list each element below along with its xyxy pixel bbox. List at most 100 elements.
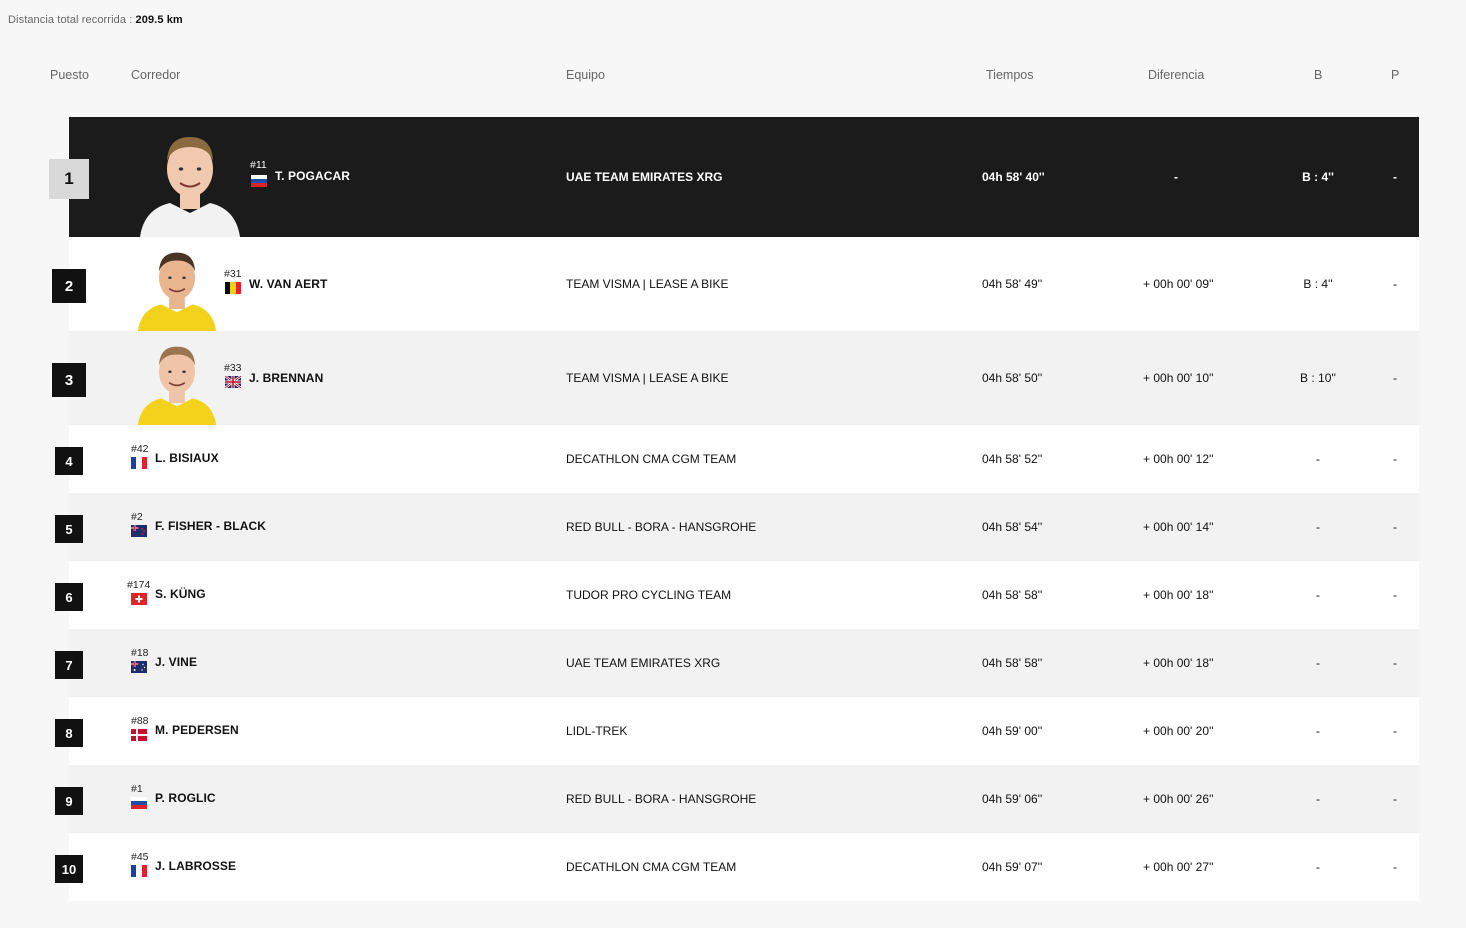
header-b: B <box>1314 68 1323 82</box>
rank-badge: 7 <box>55 651 83 679</box>
team-name-link[interactable]: TEAM VISMA | LEASE A BIKE <box>566 277 729 291</box>
penalty: - <box>1393 656 1397 670</box>
time-difference: + 00h 00' 12'' <box>1143 452 1214 466</box>
header-equipo: Equipo <box>566 68 605 82</box>
penalty: - <box>1393 452 1397 466</box>
rider-time: 04h 59' 07'' <box>982 860 1043 874</box>
bonus-seconds: - <box>1316 724 1320 738</box>
bib-number: #33 <box>224 362 242 374</box>
bib-number: #42 <box>131 443 149 455</box>
table-row[interactable]: 8 #88 M. PEDERSEN LIDL-TREK 04h 59' 00''… <box>0 697 1466 765</box>
table-header: Puesto Corredor Equipo Tiempos Diferenci… <box>0 68 1466 86</box>
time-difference: + 00h 00' 10'' <box>1143 371 1214 385</box>
bonus-seconds: B : 10'' <box>1300 371 1336 385</box>
table-row[interactable]: 9 #1 P. ROGLIC RED BULL - BORA - HANSGRO… <box>0 765 1466 833</box>
time-difference: + 00h 00' 27'' <box>1143 860 1214 874</box>
row-background <box>69 425 1419 493</box>
penalty: - <box>1393 371 1397 385</box>
team-name-link[interactable]: LIDL-TREK <box>566 724 627 738</box>
rider-name-link[interactable]: S. KÜNG <box>155 587 206 601</box>
rider-time: 04h 59' 00'' <box>982 724 1043 738</box>
rank-badge: 8 <box>55 719 83 747</box>
flag-switzerland-icon <box>131 593 147 605</box>
table-row[interactable]: 5 #2 F. FISHER - BLACK RED BULL - BORA -… <box>0 493 1466 561</box>
penalty: - <box>1393 170 1397 184</box>
rank-badge: 10 <box>55 855 83 883</box>
header-puesto: Puesto <box>50 68 89 82</box>
rank-badge: 4 <box>55 447 83 475</box>
row-background <box>69 629 1419 697</box>
rider-photo <box>130 117 250 237</box>
table-row[interactable]: 7 #18 J. VINE UAE TEAM EMIRATES XRG 04h … <box>0 629 1466 697</box>
rider-name-link[interactable]: W. VAN AERT <box>249 277 327 291</box>
table-row[interactable]: 10 #45 J. LABROSSE DECATHLON CMA CGM TEA… <box>0 833 1466 901</box>
rank-badge: 1 <box>49 159 89 199</box>
flag-slovenia-icon <box>131 797 147 809</box>
time-difference: - <box>1174 170 1178 184</box>
rider-time: 04h 58' 40'' <box>982 170 1045 184</box>
bonus-seconds: - <box>1316 588 1320 602</box>
bonus-seconds: B : 4'' <box>1303 277 1333 291</box>
bonus-seconds: - <box>1316 792 1320 806</box>
team-name-link[interactable]: TUDOR PRO CYCLING TEAM <box>566 588 731 602</box>
rider-photo <box>130 237 224 331</box>
bib-number: #11 <box>250 159 267 171</box>
flag-belgium-icon <box>225 282 241 294</box>
table-row[interactable]: 1 #11 T. POGACAR UAE TEAM EMIRATES XRG 0… <box>0 117 1466 237</box>
team-name-link[interactable]: DECATHLON CMA CGM TEAM <box>566 452 736 466</box>
team-name-link[interactable]: RED BULL - BORA - HANSGROHE <box>566 792 756 806</box>
penalty: - <box>1393 860 1397 874</box>
table-row[interactable]: 6 #174 S. KÜNG TUDOR PRO CYCLING TEAM 04… <box>0 561 1466 629</box>
row-background <box>69 117 1419 237</box>
rider-name-link[interactable]: F. FISHER - BLACK <box>155 519 266 533</box>
row-background <box>69 833 1419 901</box>
rider-time: 04h 59' 06'' <box>982 792 1043 806</box>
bib-number: #45 <box>131 851 149 863</box>
penalty: - <box>1393 792 1397 806</box>
rider-name-link[interactable]: L. BISIAUX <box>155 451 219 465</box>
bib-number: #2 <box>131 511 143 523</box>
penalty: - <box>1393 277 1397 291</box>
rider-name-link[interactable]: P. ROGLIC <box>155 791 216 805</box>
rider-name-link[interactable]: M. PEDERSEN <box>155 723 239 737</box>
table-row[interactable]: 3 #33 J. BRENNAN TEAM VISMA | LEASE A BI… <box>0 331 1466 425</box>
team-name-link[interactable]: RED BULL - BORA - HANSGROHE <box>566 520 756 534</box>
team-name-link[interactable]: UAE TEAM EMIRATES XRG <box>566 170 722 184</box>
table-row[interactable]: 4 #42 L. BISIAUX DECATHLON CMA CGM TEAM … <box>0 425 1466 493</box>
bib-number: #18 <box>131 647 149 659</box>
header-p: P <box>1391 68 1400 82</box>
flag-australia-icon <box>131 661 147 673</box>
distance-label: Distancia total recorrida : <box>8 14 133 26</box>
penalty: - <box>1393 724 1397 738</box>
bib-number: #174 <box>127 579 151 591</box>
team-name-link[interactable]: UAE TEAM EMIRATES XRG <box>566 656 720 670</box>
table-row[interactable]: 2 #31 W. VAN AERT TEAM VISMA | LEASE A B… <box>0 237 1466 331</box>
time-difference: + 00h 00' 09'' <box>1143 277 1214 291</box>
flag-new-zealand-icon <box>131 525 147 537</box>
time-difference: + 00h 00' 18'' <box>1143 588 1214 602</box>
bonus-seconds: - <box>1316 520 1320 534</box>
flag-denmark-icon <box>131 729 147 741</box>
distance-summary: Distancia total recorrida : 209.5 km <box>8 14 183 26</box>
distance-value: 209.5 km <box>135 14 183 26</box>
rider-time: 04h 58' 49'' <box>982 277 1043 291</box>
team-name-link[interactable]: TEAM VISMA | LEASE A BIKE <box>566 371 729 385</box>
rider-time: 04h 58' 58'' <box>982 588 1043 602</box>
time-difference: + 00h 00' 26'' <box>1143 792 1214 806</box>
rider-name-link[interactable]: J. LABROSSE <box>155 859 236 873</box>
rider-name-link[interactable]: J. BRENNAN <box>249 371 323 385</box>
header-tiempos: Tiempos <box>986 68 1034 82</box>
team-name-link[interactable]: DECATHLON CMA CGM TEAM <box>566 860 736 874</box>
rank-badge: 3 <box>52 363 86 397</box>
rider-name-link[interactable]: T. POGACAR <box>275 169 350 183</box>
rider-name-link[interactable]: J. VINE <box>155 655 197 669</box>
time-difference: + 00h 00' 18'' <box>1143 656 1214 670</box>
results-table: 1 #11 T. POGACAR UAE TEAM EMIRATES XRG 0… <box>0 117 1466 901</box>
row-background <box>69 697 1419 765</box>
rider-time: 04h 58' 58'' <box>982 656 1043 670</box>
rider-time: 04h 58' 52'' <box>982 452 1043 466</box>
rank-badge: 5 <box>55 515 83 543</box>
rank-badge: 2 <box>52 269 86 303</box>
bonus-seconds: B : 4'' <box>1302 170 1334 184</box>
row-background <box>69 561 1419 629</box>
